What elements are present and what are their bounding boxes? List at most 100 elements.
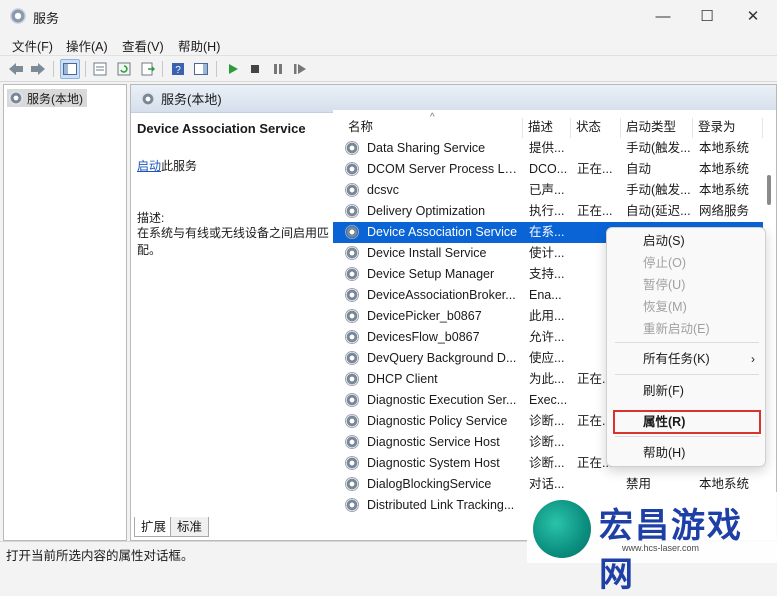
- view-tabs: 扩展 标准: [130, 517, 330, 539]
- services-gear-icon: [141, 91, 155, 106]
- console-tree: 服务(本地): [3, 84, 127, 541]
- column-header-description[interactable]: 描述: [523, 118, 571, 138]
- back-icon[interactable]: [6, 59, 26, 79]
- cell-description: 已声...: [529, 183, 565, 197]
- cell-description: 诊断...: [529, 435, 565, 449]
- scrollbar-thumb[interactable]: [767, 175, 771, 205]
- properties-icon[interactable]: [90, 59, 110, 79]
- service-gear-icon: [345, 141, 359, 155]
- cell-description: Ena...: [529, 288, 562, 302]
- context-menu-item-label: 帮助(H): [643, 446, 686, 460]
- console-tree-icon[interactable]: [60, 59, 80, 79]
- service-gear-icon: [345, 330, 359, 344]
- service-row[interactable]: Data Sharing Service 提供... 手动(触发... 本地系统: [333, 138, 776, 159]
- minimize-button[interactable]: —: [640, 0, 686, 32]
- cell-name: DHCP Client: [367, 372, 438, 386]
- context-menu-item-label: 暂停(U): [643, 278, 686, 292]
- service-gear-icon: [345, 225, 359, 239]
- watermark-logo: [533, 500, 591, 558]
- service-gear-icon: [345, 288, 359, 302]
- tab-extended[interactable]: 扩展: [134, 517, 174, 537]
- service-gear-icon: [345, 267, 359, 281]
- submenu-arrow-icon: ›: [751, 352, 755, 366]
- cell-name: DevicesFlow_b0867: [367, 330, 480, 344]
- column-header-name[interactable]: 名称: [343, 118, 523, 138]
- context-menu-item: 暂停(U): [607, 274, 767, 296]
- cell-description: 此用...: [529, 309, 565, 323]
- svg-text:?: ?: [175, 65, 181, 76]
- export-list-icon[interactable]: [138, 59, 158, 79]
- watermark-url: www.hcs-laser.com: [622, 543, 700, 553]
- selected-service-name: Device Association Service: [137, 121, 306, 136]
- help-icon[interactable]: ?: [168, 59, 188, 79]
- services-gear-icon: [9, 91, 23, 105]
- cell-name: Device Setup Manager: [367, 267, 495, 281]
- description-text: 在系统与有线或无线设备之间启用匹配。: [137, 226, 330, 257]
- start-service-link[interactable]: 启动: [137, 159, 161, 173]
- context-menu-item: 重新启动(E): [607, 318, 767, 340]
- service-row[interactable]: DCOM Server Process La... DCO... 正在... 自动 本地…: [333, 159, 776, 180]
- cell-description: 诊断...: [529, 414, 565, 428]
- service-gear-icon: [345, 498, 359, 512]
- context-menu: 启动(S) 停止(O) 暂停(U) 恢复(M) 重新启动(E) 所有任务(K) › 刷新(F)…: [606, 227, 766, 467]
- services-gear-icon: [10, 8, 26, 24]
- watermark: 宏昌游戏网 www.hcs-laser.com: [527, 492, 777, 594]
- forward-icon[interactable]: [28, 59, 48, 79]
- cell-description: DCO...: [529, 162, 568, 176]
- action-pane-icon[interactable]: [191, 59, 211, 79]
- menu-help[interactable]: 帮助(H): [178, 36, 220, 55]
- start-service-icon[interactable]: [223, 59, 243, 79]
- restart-service-icon[interactable]: [290, 59, 310, 79]
- toolbar-separator: [162, 61, 163, 77]
- stop-service-icon[interactable]: [245, 59, 265, 79]
- title-bar: 服务 — ☐ ✕: [0, 0, 777, 32]
- context-menu-item[interactable]: 帮助(H): [607, 442, 767, 464]
- service-gear-icon: [345, 204, 359, 218]
- close-button[interactable]: ✕: [730, 0, 776, 32]
- context-menu-separator: [615, 436, 759, 437]
- description-label: 描述:: [137, 211, 165, 225]
- cell-startup-type: 手动(触发...: [626, 183, 691, 197]
- context-menu-item[interactable]: 启动(S): [607, 230, 767, 252]
- refresh-icon[interactable]: [114, 59, 134, 79]
- toolbar-separator: [216, 61, 217, 77]
- properties-highlight-box: [613, 410, 761, 434]
- tree-node-services-local[interactable]: 服务(本地): [7, 89, 87, 107]
- maximize-button[interactable]: ☐: [684, 0, 730, 32]
- cell-description: 使应...: [529, 351, 565, 365]
- context-menu-item-label: 启动(S): [643, 234, 685, 248]
- service-row[interactable]: dcsvc 已声... 手动(触发... 本地系统: [333, 180, 776, 201]
- description-pane: Device Association Service 启动此服务 描述: 在系统…: [135, 119, 331, 519]
- status-text: 打开当前所选内容的属性对话框。: [6, 549, 194, 563]
- column-header-startup-type[interactable]: 启动类型: [621, 118, 693, 138]
- service-row[interactable]: Delivery Optimization 执行... 正在... 自动(延迟... 网…: [333, 201, 776, 222]
- cell-name: Device Association Service: [367, 225, 518, 239]
- context-menu-item-label: 停止(O): [643, 256, 687, 270]
- cell-name: Device Install Service: [367, 246, 487, 260]
- column-header-status[interactable]: 状态: [571, 118, 621, 138]
- column-header-logon-as[interactable]: 登录为: [693, 118, 763, 138]
- service-gear-icon: [345, 309, 359, 323]
- menu-file[interactable]: 文件(F): [12, 36, 53, 55]
- context-menu-item: 恢复(M): [607, 296, 767, 318]
- tab-standard[interactable]: 标准: [170, 517, 210, 537]
- cell-description: 使计...: [529, 246, 565, 260]
- cell-description: 支持...: [529, 267, 565, 281]
- content-header-title: 服务(本地): [161, 92, 222, 107]
- cell-name: dcsvc: [367, 183, 399, 197]
- context-menu-item-label: 恢复(M): [643, 300, 687, 314]
- cell-status: [577, 180, 621, 201]
- menu-view[interactable]: 查看(V): [122, 36, 164, 55]
- context-menu-separator: [615, 374, 759, 375]
- context-menu-item-label: 刷新(F): [643, 384, 684, 398]
- cell-status: 正在...: [577, 162, 613, 176]
- cell-description: 为此...: [529, 372, 565, 386]
- window-title: 服务: [33, 11, 60, 26]
- context-menu-item[interactable]: 所有任务(K) ›: [607, 348, 767, 370]
- context-menu-item[interactable]: 刷新(F): [607, 380, 767, 402]
- menu-action[interactable]: 操作(A): [66, 36, 108, 55]
- toolbar-separator: [85, 61, 86, 77]
- context-menu-separator: [615, 342, 759, 343]
- toolbar: ?: [0, 55, 777, 82]
- pause-service-icon[interactable]: [268, 59, 288, 79]
